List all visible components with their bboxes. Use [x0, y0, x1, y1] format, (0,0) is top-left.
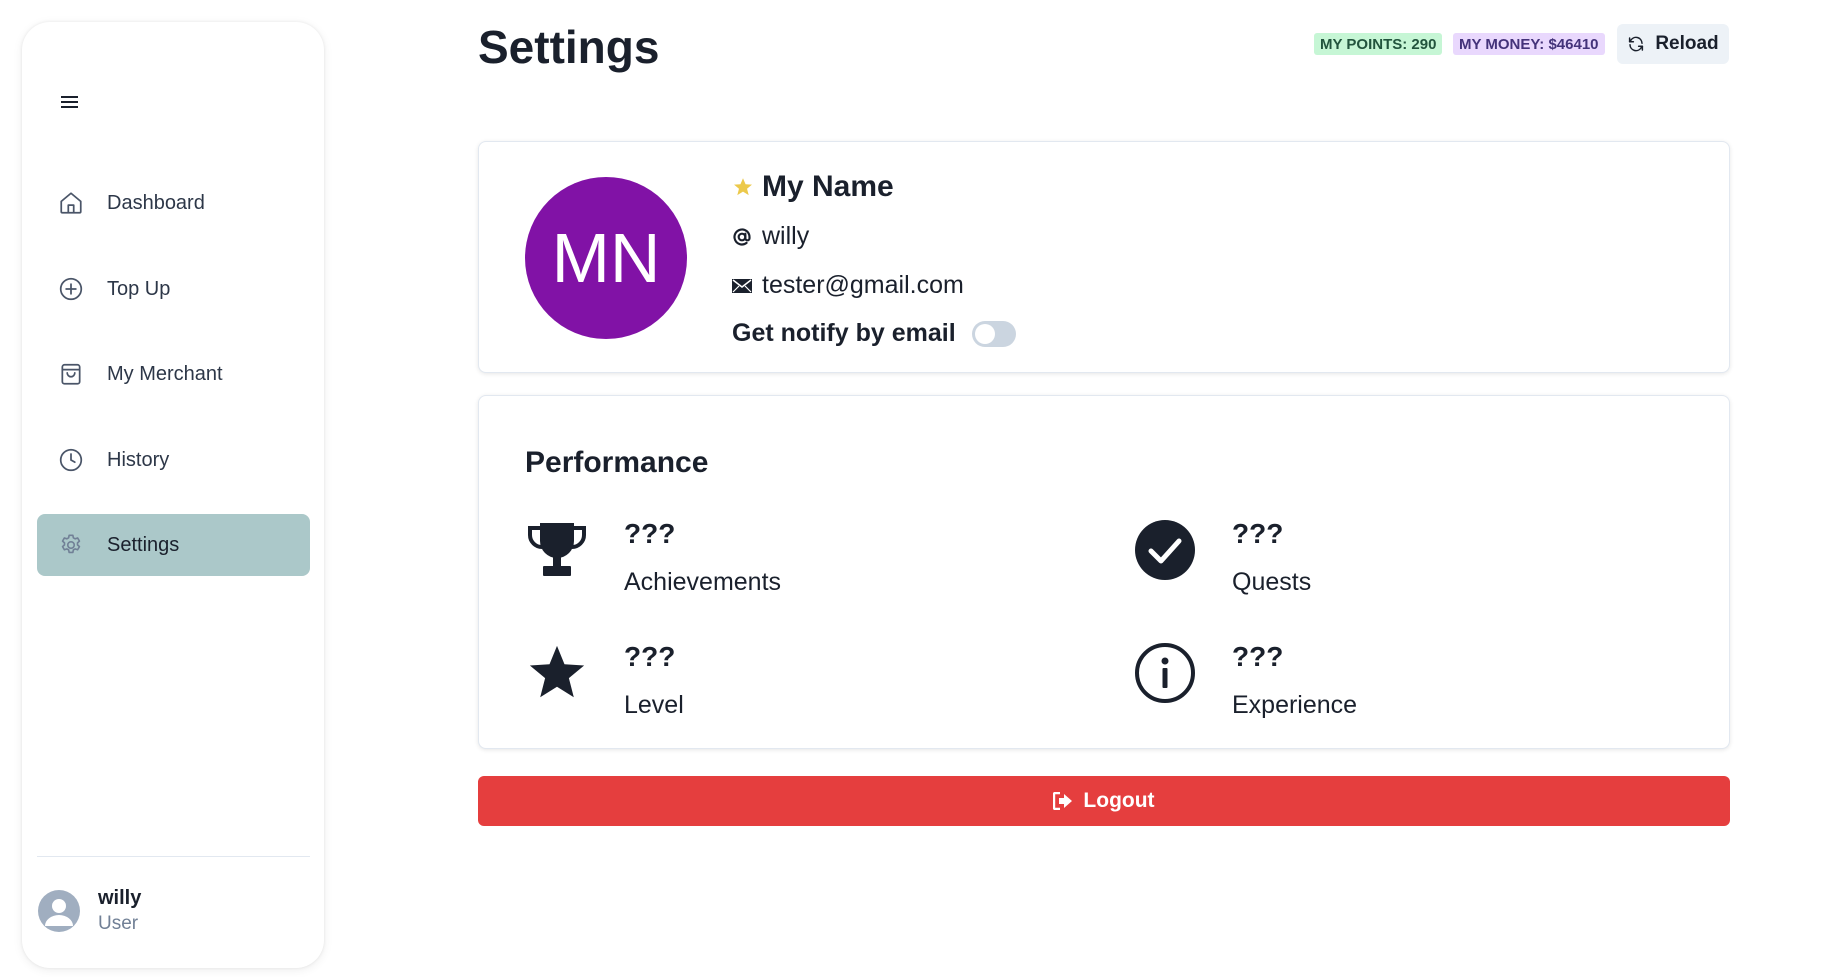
notify-email-toggle[interactable]: [971, 320, 1016, 347]
profile-username: willy: [762, 222, 810, 250]
profile-email-row: tester@gmail.com: [732, 271, 964, 300]
sidebar-item-my-merchant[interactable]: My Merchant: [37, 343, 310, 405]
sidebar-item-label: History: [107, 448, 170, 471]
sidebar-item-top-up[interactable]: Top Up: [37, 258, 310, 320]
user-name: willy: [98, 887, 142, 909]
stat-label: Experience: [1232, 691, 1358, 719]
reload-label: Reload: [1655, 33, 1719, 54]
logout-icon: [1053, 792, 1073, 810]
stat-value: ???: [624, 518, 676, 549]
sidebar-item-label: Dashboard: [107, 191, 205, 214]
page-title: Settings: [478, 21, 660, 73]
reload-button[interactable]: Reload: [1617, 24, 1729, 64]
profile-avatar: MN: [525, 177, 687, 339]
sidebar-item-settings[interactable]: Settings: [37, 514, 310, 576]
star-icon: [525, 641, 589, 705]
sidebar: Dashboard Top Up My Merchant History Set…: [22, 22, 324, 968]
sidebar-item-history[interactable]: History: [37, 429, 310, 491]
at-icon: [732, 227, 752, 247]
performance-title: Performance: [525, 446, 709, 479]
stat-achievements: ??? Achievements: [525, 518, 1025, 618]
points-badge: MY POINTS: 290: [1314, 33, 1443, 55]
profile-username-row: willy: [732, 222, 809, 251]
notify-label: Get notify by email: [732, 319, 956, 347]
user-role: User: [98, 913, 139, 934]
check-circle-icon: [1133, 518, 1197, 582]
clock-icon: [57, 446, 85, 474]
stat-value: ???: [1232, 518, 1284, 549]
logout-label: Logout: [1083, 789, 1155, 812]
envelope-icon: [732, 278, 752, 294]
profile-card: MN My Name willy tester@gmail.com Get no…: [478, 141, 1730, 373]
notify-row: Get notify by email: [732, 319, 1016, 348]
sidebar-divider: [37, 856, 310, 857]
avatar: [38, 890, 80, 932]
sidebar-item-label: My Merchant: [107, 362, 223, 385]
stat-quests: ??? Quests: [1133, 518, 1633, 618]
hamburger-icon: [61, 96, 78, 108]
profile-name: My Name: [762, 170, 894, 203]
stat-experience: ??? Experience: [1133, 641, 1633, 741]
star-icon: [732, 176, 754, 198]
stat-value: ???: [1232, 641, 1284, 672]
stat-label: Quests: [1232, 568, 1312, 596]
gear-icon: [57, 531, 85, 559]
profile-email: tester@gmail.com: [762, 271, 964, 299]
stat-label: Level: [624, 691, 684, 719]
logout-button[interactable]: Logout: [478, 776, 1730, 826]
sidebar-item-label: Top Up: [107, 277, 171, 300]
trophy-icon: [525, 518, 589, 582]
stat-level: ??? Level: [525, 641, 1025, 741]
home-icon: [57, 189, 85, 217]
refresh-icon: [1627, 35, 1645, 53]
stat-value: ???: [624, 641, 676, 672]
user-profile-summary[interactable]: willy User: [37, 876, 310, 946]
user-icon: [45, 899, 73, 926]
toggle-knob: [974, 323, 995, 344]
plus-circle-icon: [57, 275, 85, 303]
profile-name-row: My Name: [732, 170, 894, 204]
performance-card: Performance ??? Achievements ??? Quests: [478, 395, 1730, 749]
money-badge: MY MONEY: $46410: [1453, 33, 1605, 55]
sidebar-item-label: Settings: [107, 533, 180, 556]
stat-label: Achievements: [624, 568, 782, 596]
sidebar-item-dashboard[interactable]: Dashboard: [37, 172, 310, 234]
menu-toggle-button[interactable]: [52, 84, 88, 120]
info-circle-icon: [1133, 641, 1197, 705]
shopping-bag-icon: [57, 360, 85, 388]
